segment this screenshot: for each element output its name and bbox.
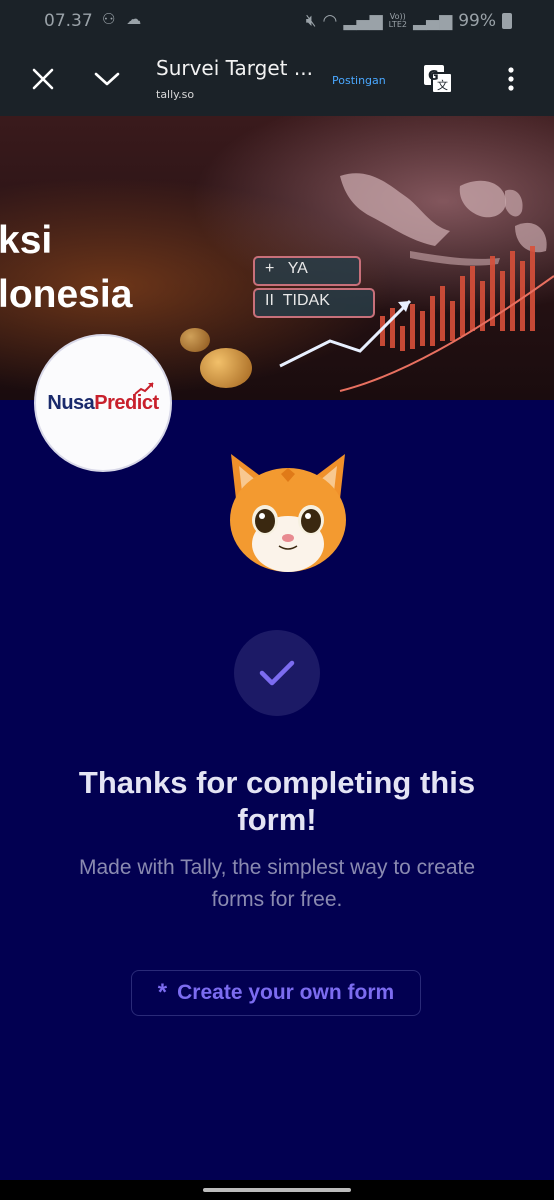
status-right-icons: 🔇︎ ◠ ▂▄▆ Vo)) LTE2 ▂▄▆ 99% — [306, 11, 512, 31]
banner-heading-line-1: ksi — [0, 219, 53, 262]
vote-no-graphic: II TIDAK — [253, 288, 375, 318]
success-check-icon — [234, 630, 320, 716]
svg-text:文: 文 — [437, 78, 448, 92]
notification-icon: ⚇ — [102, 10, 119, 28]
signal-icon: ▂▄▆ — [343, 11, 383, 31]
battery-percentage: 99% — [458, 11, 496, 31]
asterisk-icon: * — [157, 979, 168, 1006]
battery-icon — [502, 13, 512, 29]
wifi-icon: ◠ — [322, 11, 338, 31]
coin-graphic — [180, 328, 210, 352]
signal-icon-2: ▂▄▆ — [412, 11, 453, 31]
page-url: tally.so — [156, 88, 195, 101]
create-your-own-form-button[interactable]: * Create your own form — [131, 970, 421, 1016]
postingan-link[interactable]: Postingan — [332, 74, 386, 87]
page-title: Survei Target ... — [156, 56, 313, 80]
close-icon[interactable] — [26, 62, 60, 96]
trend-arrow-icon — [134, 382, 154, 395]
create-form-label: Create your own form — [177, 981, 395, 1004]
more-vert-icon[interactable] — [494, 62, 528, 96]
network-label: Vo)) LTE2 — [388, 12, 407, 29]
system-navigation-bar — [0, 1180, 554, 1200]
mute-icon: 🔇︎ — [305, 11, 317, 31]
confirmation-subtitle: Made with Tally, the simplest way to cre… — [78, 856, 476, 911]
chevron-down-icon[interactable] — [90, 62, 124, 96]
translate-icon[interactable]: G 文 — [421, 62, 455, 96]
banner-heading-line-2: lonesia — [0, 273, 133, 316]
browser-toolbar: Survei Target ... tally.so Postingan G 文 — [0, 42, 554, 116]
confirmation-title: Thanks for completing this form! — [78, 765, 476, 837]
page-content: ksi lonesia + YA II TIDAK NusaPredict Th… — [0, 116, 554, 1180]
nusapredict-logo: NusaPredict — [34, 334, 172, 472]
coin-graphic — [200, 348, 252, 388]
home-gesture-bar[interactable] — [203, 1188, 351, 1192]
vote-yes-graphic: + YA — [253, 256, 361, 286]
cat-emoji — [230, 454, 346, 572]
cloud-icon: ☁ — [126, 10, 145, 28]
notification-icons: ⚇ ☁ — [102, 10, 144, 28]
status-bar: 07.37 ⚇ ☁ 🔇︎ ◠ ▂▄▆ Vo)) LTE2 ▂▄▆ 99% — [0, 0, 554, 42]
status-time: 07.37 — [44, 11, 93, 31]
